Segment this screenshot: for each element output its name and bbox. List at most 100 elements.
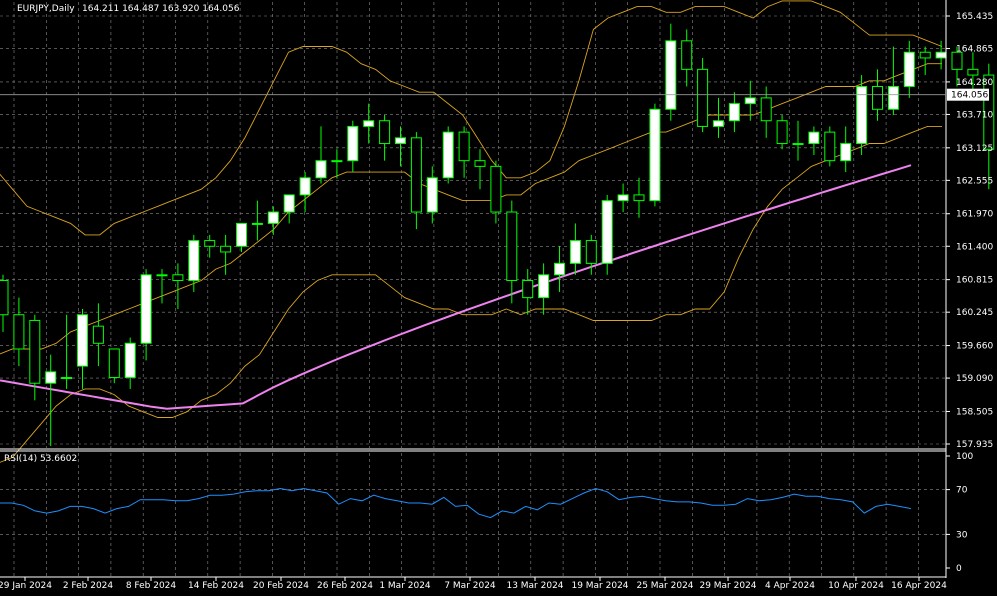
candle-body — [744, 97, 756, 105]
price-tick-label: 159.090 — [956, 374, 993, 384]
candle — [681, 29, 693, 87]
time-tick-label: 8 Feb 2024 — [126, 581, 177, 591]
candle — [569, 223, 581, 275]
candle-body — [808, 131, 820, 145]
time-tick-label: 13 Mar 2024 — [506, 581, 563, 591]
candle-body — [681, 40, 693, 70]
candle — [13, 297, 25, 367]
candle-body — [633, 194, 645, 202]
candle-body — [522, 280, 534, 299]
candle — [506, 200, 518, 304]
candle-body — [0, 280, 9, 316]
candle — [776, 115, 788, 150]
candle-body — [967, 68, 979, 76]
candle — [363, 103, 375, 144]
candle-body — [585, 240, 597, 264]
candle — [92, 303, 104, 367]
candle-body — [554, 262, 565, 276]
time-tick-label: 29 Jan 2024 — [0, 581, 52, 591]
rsi-line — [0, 487, 912, 519]
candle-body — [713, 120, 724, 127]
chart-header-symbol: EURJPY,Daily — [17, 4, 75, 14]
candle-body — [935, 51, 947, 59]
price-tick-label: 162.555 — [956, 176, 993, 186]
candle — [649, 103, 661, 207]
candle-body — [426, 177, 438, 213]
candle — [728, 92, 740, 133]
candle-body — [919, 51, 931, 59]
candle-body — [124, 342, 136, 379]
candle-body — [315, 160, 327, 179]
candle-body — [538, 274, 550, 299]
candle-body — [45, 371, 57, 384]
candle — [267, 206, 279, 235]
price-tick-label: 163.125 — [956, 144, 993, 154]
rsi-level-label: 100 — [956, 452, 973, 462]
candle — [887, 46, 899, 116]
time-tick-label: 1 Mar 2024 — [379, 581, 431, 591]
candle-body — [824, 131, 836, 162]
candle — [665, 23, 677, 121]
rsi-panel: 100 70 30 0 — [0, 452, 973, 574]
candle-body — [903, 51, 915, 87]
candle-body — [872, 85, 883, 110]
price-tick-label: 165.435 — [956, 12, 993, 22]
time-tick-label: 7 Mar 2024 — [444, 581, 496, 591]
candle-body — [108, 348, 120, 379]
candle-body — [697, 68, 709, 127]
candle-body — [569, 240, 581, 264]
candle-body — [267, 211, 279, 224]
candle-body — [728, 103, 740, 122]
bollinger-bands — [0, 0, 943, 463]
candle-body — [458, 131, 470, 162]
candle — [903, 40, 915, 98]
price-tick-label: 157.935 — [956, 440, 993, 450]
candle-body — [649, 108, 661, 202]
candle — [251, 200, 263, 241]
time-tick-label: 29 Mar 2024 — [699, 581, 756, 591]
candle-body — [299, 177, 311, 196]
candle-body — [792, 143, 804, 146]
time-tick-label: 20 Feb 2024 — [253, 581, 309, 591]
candle — [331, 149, 343, 178]
candle — [140, 269, 152, 361]
candle — [77, 309, 88, 389]
candle-body — [347, 125, 359, 162]
candle — [601, 194, 613, 275]
time-tick-label: 10 Apr 2024 — [828, 581, 884, 591]
candle-body — [474, 160, 486, 167]
candle-body — [251, 222, 263, 225]
candle — [617, 183, 629, 213]
time-tick-label: 4 Apr 2024 — [765, 581, 815, 591]
chart-canvas: 100 70 30 0 165.435 164.865 164.280 163.710 163… — [0, 0, 995, 591]
candle — [236, 222, 247, 252]
current-price-label: 164.056 — [951, 91, 988, 101]
price-tick-label: 160.245 — [956, 308, 993, 318]
candle-body — [776, 120, 788, 145]
candle-body — [236, 222, 247, 247]
candle — [760, 86, 772, 138]
candle-body — [29, 319, 41, 384]
price-tick-label: 164.865 — [956, 45, 993, 55]
candle — [45, 354, 57, 446]
candle — [426, 166, 438, 224]
time-tick-label: 16 Apr 2024 — [891, 581, 947, 591]
candle — [792, 120, 804, 161]
candle — [204, 234, 216, 258]
candle — [315, 126, 327, 184]
candle — [379, 115, 391, 161]
time-tick-label: 25 Mar 2024 — [636, 581, 693, 591]
candle-body — [490, 165, 502, 213]
candle-body — [92, 325, 104, 344]
candle — [840, 126, 852, 173]
moving-average — [0, 164, 912, 410]
candle-body — [204, 240, 216, 247]
candle — [808, 126, 820, 155]
candle — [156, 269, 168, 304]
candle — [633, 177, 645, 218]
price-tick-label: 160.815 — [956, 276, 993, 286]
candle — [124, 337, 136, 389]
candle-body — [283, 194, 295, 213]
time-tick-label: 2 Feb 2024 — [63, 581, 114, 591]
candle — [188, 234, 200, 292]
